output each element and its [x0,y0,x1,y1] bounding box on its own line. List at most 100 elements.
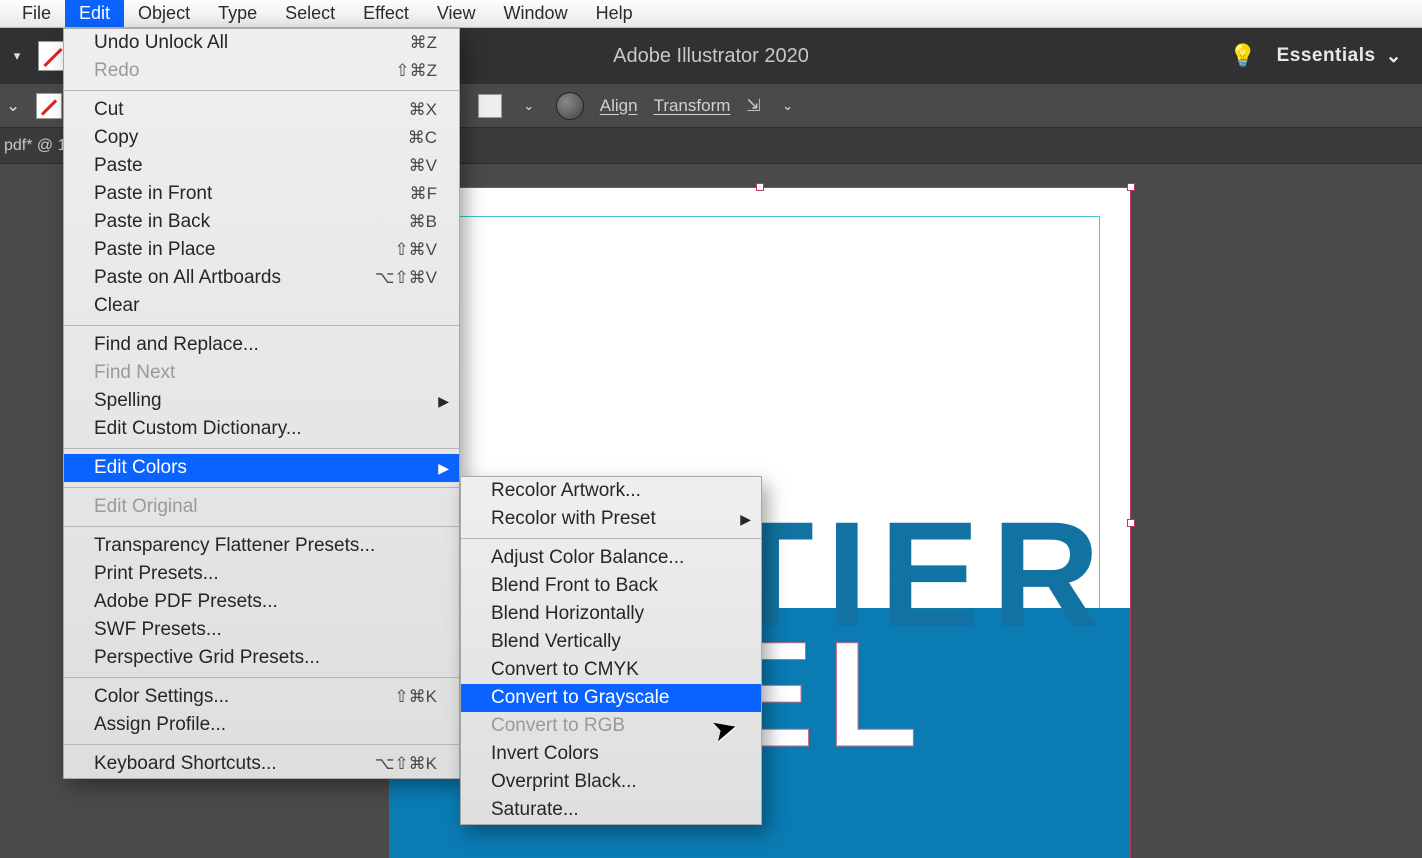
edit-colors-submenu-item[interactable]: Blend Vertically [461,628,761,656]
edit-colors-submenu-item-label: Convert to CMYK [491,659,739,681]
edit-colors-submenu-item[interactable]: Overprint Black... [461,768,761,796]
menu-object[interactable]: Object [124,0,204,27]
chevron-right-icon: ▶ [438,393,449,410]
edit-colors-submenu-item[interactable]: Blend Front to Back [461,572,761,600]
edit-colors-submenu-item[interactable]: Adjust Color Balance... [461,544,761,572]
edit-menu-item[interactable]: Clear [64,292,459,320]
menu-file[interactable]: File [8,0,65,27]
edit-menu-item-label: Print Presets... [94,563,437,585]
edit-menu-item[interactable]: Color Settings... ⇧⌘K [64,683,459,711]
edit-menu-item-label: Paste in Back [94,211,349,233]
edit-menu-item[interactable]: Transparency Flattener Presets... [64,532,459,560]
edit-colors-submenu-item[interactable]: Recolor Artwork... [461,477,761,505]
edit-menu-item: Redo⇧⌘Z [64,57,459,85]
transform-button[interactable]: Transform [654,96,731,116]
edit-colors-submenu-item-label: Convert to RGB [491,715,739,737]
chevron-down-icon: ⌄ [6,96,20,116]
shortcut-label: ⇧⌘V [394,240,437,260]
chevron-right-icon: ▶ [438,460,449,477]
edit-menu-item-label: Color Settings... [94,686,334,708]
shortcut-label: ⌥⇧⌘K [375,754,437,774]
edit-colors-submenu: Recolor Artwork... Recolor with Preset▶ Ad… [460,476,762,825]
menu-select[interactable]: Select [271,0,349,27]
menu-help[interactable]: Help [582,0,647,27]
selection-handle[interactable] [756,183,764,191]
edit-menu-item[interactable]: SWF Presets... [64,616,459,644]
edit-menu-item[interactable]: Paste ⌘V [64,152,459,180]
lightbulb-icon[interactable]: 💡 [1229,43,1256,69]
edit-menu-item-label: Find and Replace... [94,334,437,356]
edit-menu-item[interactable]: Adobe PDF Presets... [64,588,459,616]
isolate-icon[interactable]: ⇲ [746,96,760,116]
edit-menu-item[interactable]: Keyboard Shortcuts... ⌥⇧⌘K [64,750,459,778]
shortcut-label: ⇧⌘K [394,687,437,707]
edit-colors-submenu-item-label: Saturate... [491,799,739,821]
style-swatch[interactable] [478,94,502,118]
recolor-icon[interactable] [556,92,584,120]
chevron-down-icon[interactable]: ⌄ [777,95,799,117]
edit-menu-item-label: Clear [94,295,437,317]
chevron-down-icon[interactable]: ▾ [6,45,28,67]
edit-menu-item[interactable]: Find and Replace... [64,331,459,359]
no-fill-swatch[interactable] [36,93,62,119]
menu-separator [64,744,459,745]
edit-menu-item[interactable]: Paste on All Artboards⌥⇧⌘V [64,264,459,292]
workspace-switcher[interactable]: Essentials ⌄ [1277,45,1402,68]
edit-menu-item-label: Edit Original [94,496,437,518]
edit-menu-item: Find Next [64,359,459,387]
edit-colors-submenu-item[interactable]: Saturate... [461,796,761,824]
selection-handle[interactable] [1127,519,1135,527]
menu-effect[interactable]: Effect [349,0,423,27]
selection-handle[interactable] [1127,183,1135,191]
edit-menu-item-label: Undo Unlock All [94,32,350,54]
menu-edit[interactable]: Edit [65,0,124,27]
edit-colors-submenu-item[interactable]: Recolor with Preset▶ [461,505,761,533]
selection-dropdown[interactable]: ⌄ [6,96,20,116]
edit-menu-item[interactable]: Spelling▶ [64,387,459,415]
edit-menu-item: Edit Original [64,493,459,521]
edit-colors-submenu-item-label: Adjust Color Balance... [491,547,739,569]
edit-menu-item[interactable]: Edit Colors▶ [64,454,459,482]
align-button[interactable]: Align [600,96,638,116]
shortcut-label: ⌘F [410,184,437,204]
edit-colors-submenu-item[interactable]: Blend Horizontally [461,600,761,628]
menu-separator [64,448,459,449]
edit-menu-item[interactable]: Cut ⌘X [64,96,459,124]
edit-menu-item-label: Adobe PDF Presets... [94,591,437,613]
edit-menu-item[interactable]: Edit Custom Dictionary... [64,415,459,443]
menu-view[interactable]: View [423,0,490,27]
edit-menu-item[interactable]: Paste in Back ⌘B [64,208,459,236]
edit-menu-item-label: Cut [94,99,349,121]
document-tab[interactable]: pdf* @ 1 [4,137,67,155]
edit-colors-submenu-item-label: Blend Horizontally [491,603,739,625]
chevron-down-icon: ⌄ [1386,45,1402,68]
edit-colors-submenu-item-label: Recolor Artwork... [491,480,739,502]
edit-menu-item[interactable]: Undo Unlock All⌘Z [64,29,459,57]
edit-menu-item-label: Edit Custom Dictionary... [94,418,437,440]
edit-colors-submenu-item[interactable]: Convert to CMYK [461,656,761,684]
chevron-down-icon[interactable]: ⌄ [518,95,540,117]
edit-menu-item-label: Paste [94,155,349,177]
edit-menu-item[interactable]: Assign Profile... [64,711,459,739]
edit-menu-item-label: Copy [94,127,348,149]
edit-colors-submenu-item-label: Invert Colors [491,743,739,765]
edit-menu-item[interactable]: Paste in Front⌘F [64,180,459,208]
edit-colors-submenu-item[interactable]: Convert to Grayscale [461,684,761,712]
menu-type[interactable]: Type [204,0,271,27]
menu-separator [64,526,459,527]
app-title: Adobe Illustrator 2020 [613,45,809,68]
edit-menu-item[interactable]: Print Presets... [64,560,459,588]
shortcut-label: ⌥⇧⌘V [375,268,437,288]
shortcut-label: ⌘X [409,100,437,120]
edit-menu-item[interactable]: Paste in Place⇧⌘V [64,236,459,264]
chevron-right-icon: ▶ [740,511,751,528]
edit-colors-submenu-item-label: Blend Front to Back [491,575,739,597]
shortcut-label: ⌘B [409,212,437,232]
edit-menu-item-label: Transparency Flattener Presets... [94,535,437,557]
menu-window[interactable]: Window [490,0,582,27]
menu-separator [64,487,459,488]
edit-menu-item-label: Keyboard Shortcuts... [94,753,315,775]
edit-menu-item[interactable]: Perspective Grid Presets... [64,644,459,672]
shortcut-label: ⌘V [409,156,437,176]
edit-menu-item[interactable]: Copy⌘C [64,124,459,152]
